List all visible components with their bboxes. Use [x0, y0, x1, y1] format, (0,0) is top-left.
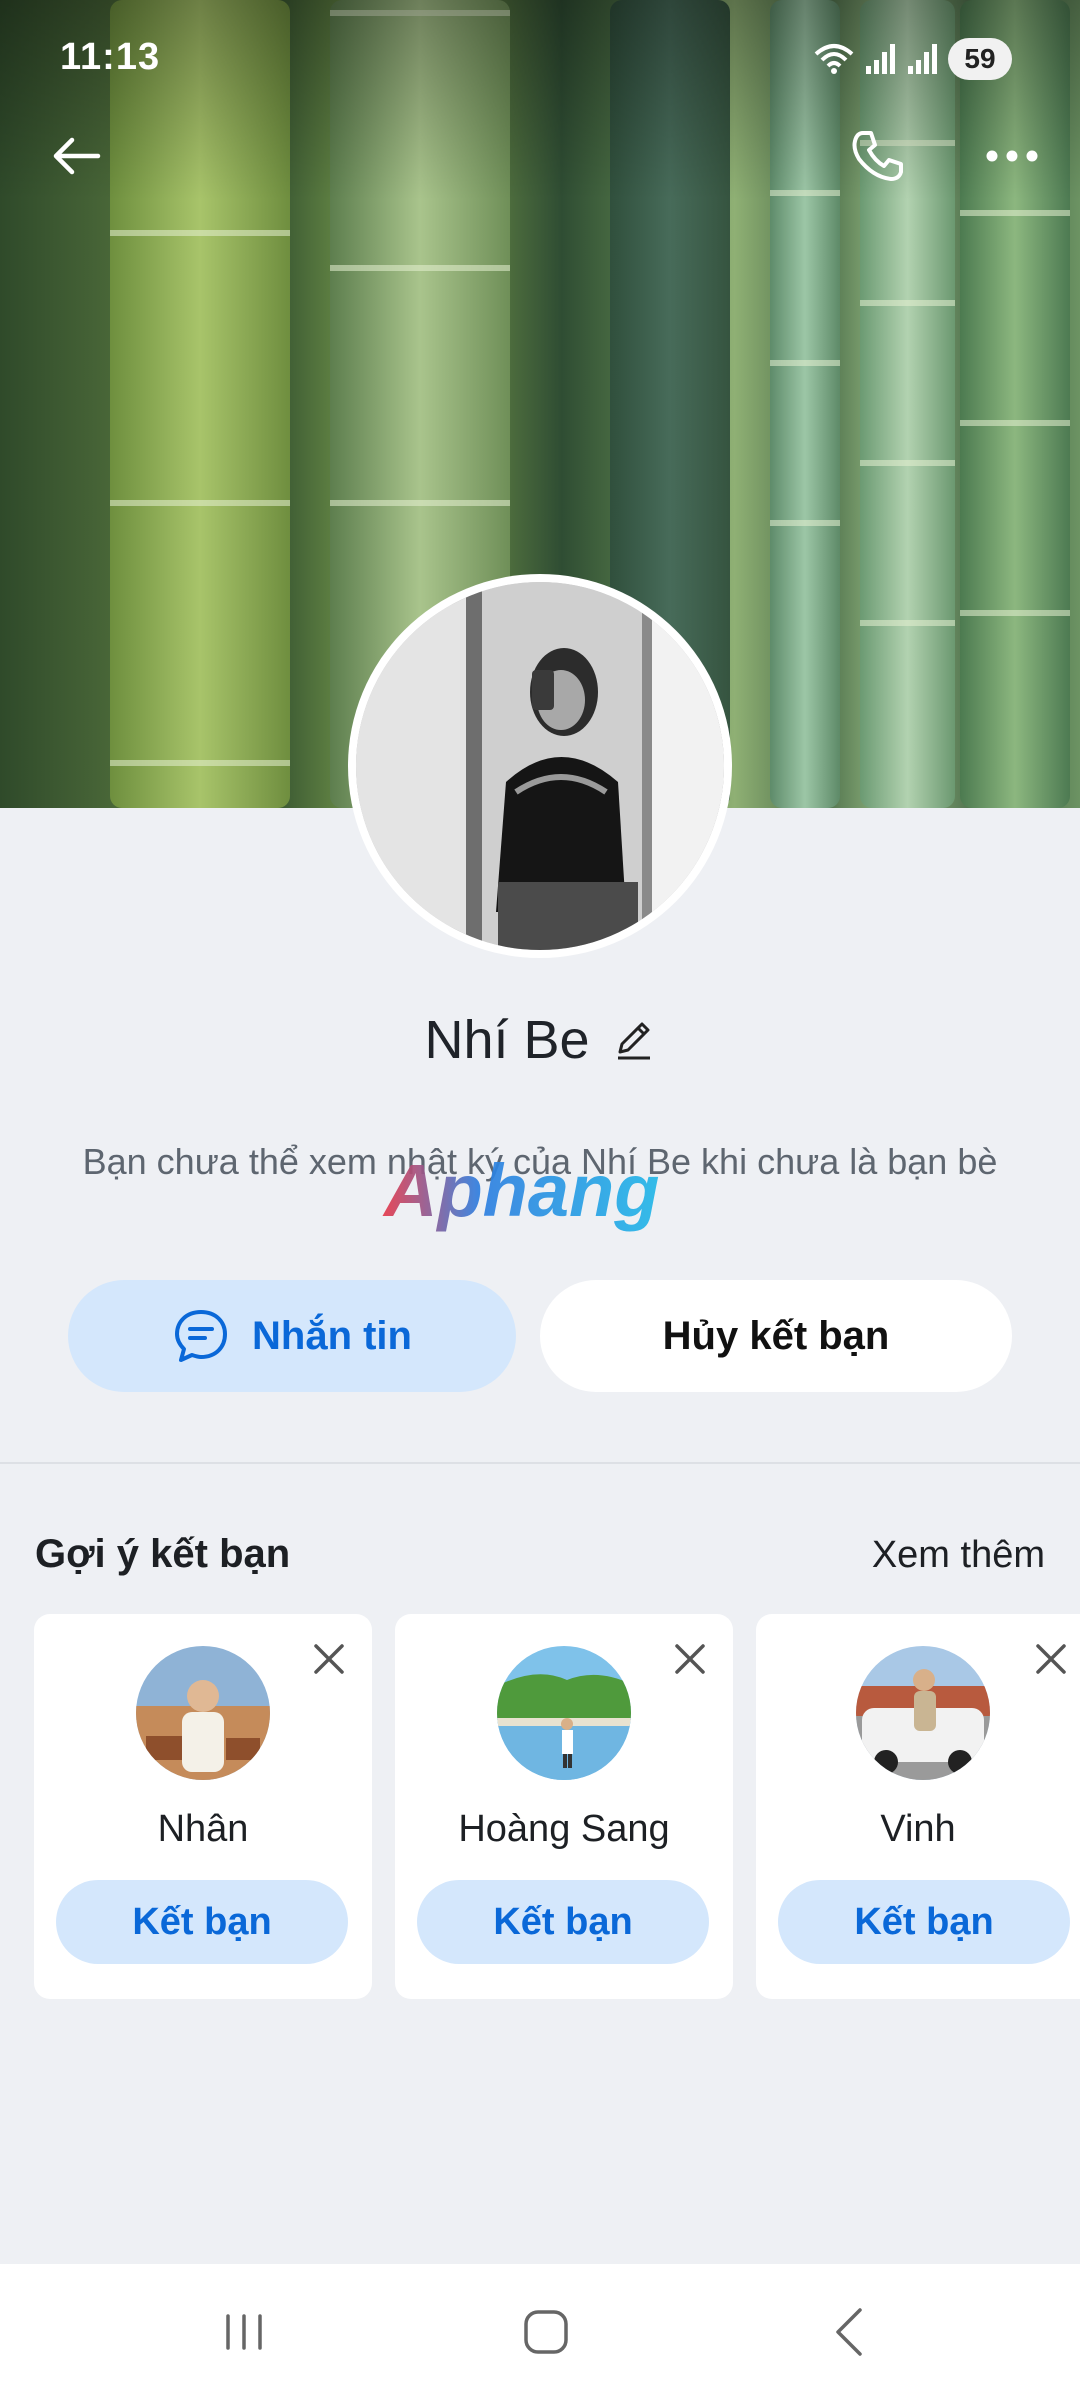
add-friend-button[interactable]: Kết bạn	[417, 1880, 709, 1964]
suggestion-card[interactable]: Nhân Kết bạn	[34, 1614, 372, 1999]
section-divider	[0, 1462, 1080, 1464]
suggestion-name: Nhân	[157, 1808, 249, 1850]
message-button[interactable]: Nhắn tin	[68, 1280, 516, 1392]
suggestion-card[interactable]: Hoàng Sang Kết bạn	[395, 1614, 733, 1999]
back-button[interactable]	[40, 120, 112, 192]
see-more-link[interactable]: Xem thêm	[872, 1534, 1045, 1577]
avatar[interactable]	[497, 1646, 631, 1780]
status-bar: 11:13 59	[0, 0, 1080, 120]
chat-bubble-icon	[175, 1310, 227, 1362]
profile-name-row: Nhí Be	[0, 1000, 1080, 1080]
suggestions-title: Gợi ý kết bạn	[35, 1532, 291, 1576]
suggestion-card[interactable]: Vinh Kết bạn	[756, 1614, 1080, 1999]
call-button[interactable]	[842, 120, 914, 192]
status-time: 11:13	[60, 36, 161, 78]
system-back-icon[interactable]	[820, 2302, 880, 2362]
close-icon[interactable]	[671, 1640, 709, 1678]
recent-apps-icon[interactable]	[214, 2302, 274, 2362]
close-icon[interactable]	[1032, 1640, 1070, 1678]
avatar[interactable]	[136, 1646, 270, 1780]
close-icon[interactable]	[310, 1640, 348, 1678]
add-friend-button[interactable]: Kết bạn	[778, 1880, 1070, 1964]
edit-name-button[interactable]	[612, 1016, 656, 1065]
suggestion-name: Vinh	[880, 1808, 956, 1850]
unfriend-button-label: Hủy kết bạn	[662, 1313, 890, 1358]
wifi-icon	[814, 44, 854, 74]
system-navigation-bar	[0, 2264, 1080, 2400]
home-icon[interactable]	[516, 2302, 576, 2362]
suggestion-name: Hoàng Sang	[458, 1808, 670, 1850]
watermark-logo: Aphang	[382, 1150, 659, 1232]
profile-avatar[interactable]	[348, 574, 732, 958]
signal-icon-2	[908, 44, 937, 74]
unfriend-button[interactable]: Hủy kết bạn	[540, 1280, 1012, 1392]
svg-text:Aphang: Aphang	[382, 1150, 659, 1232]
avatar-photo	[356, 582, 724, 950]
phone-icon	[852, 131, 903, 181]
avatar[interactable]	[856, 1646, 990, 1780]
more-options-button[interactable]	[976, 120, 1048, 192]
more-horizontal-icon	[986, 150, 1038, 162]
signal-icon	[866, 44, 895, 74]
profile-name: Nhí Be	[424, 1010, 590, 1070]
message-button-label: Nhắn tin	[252, 1313, 412, 1358]
arrow-left-icon	[53, 137, 101, 175]
pencil-icon	[617, 1022, 650, 1059]
battery-indicator: 59	[948, 38, 1012, 80]
add-friend-button[interactable]: Kết bạn	[56, 1880, 348, 1964]
